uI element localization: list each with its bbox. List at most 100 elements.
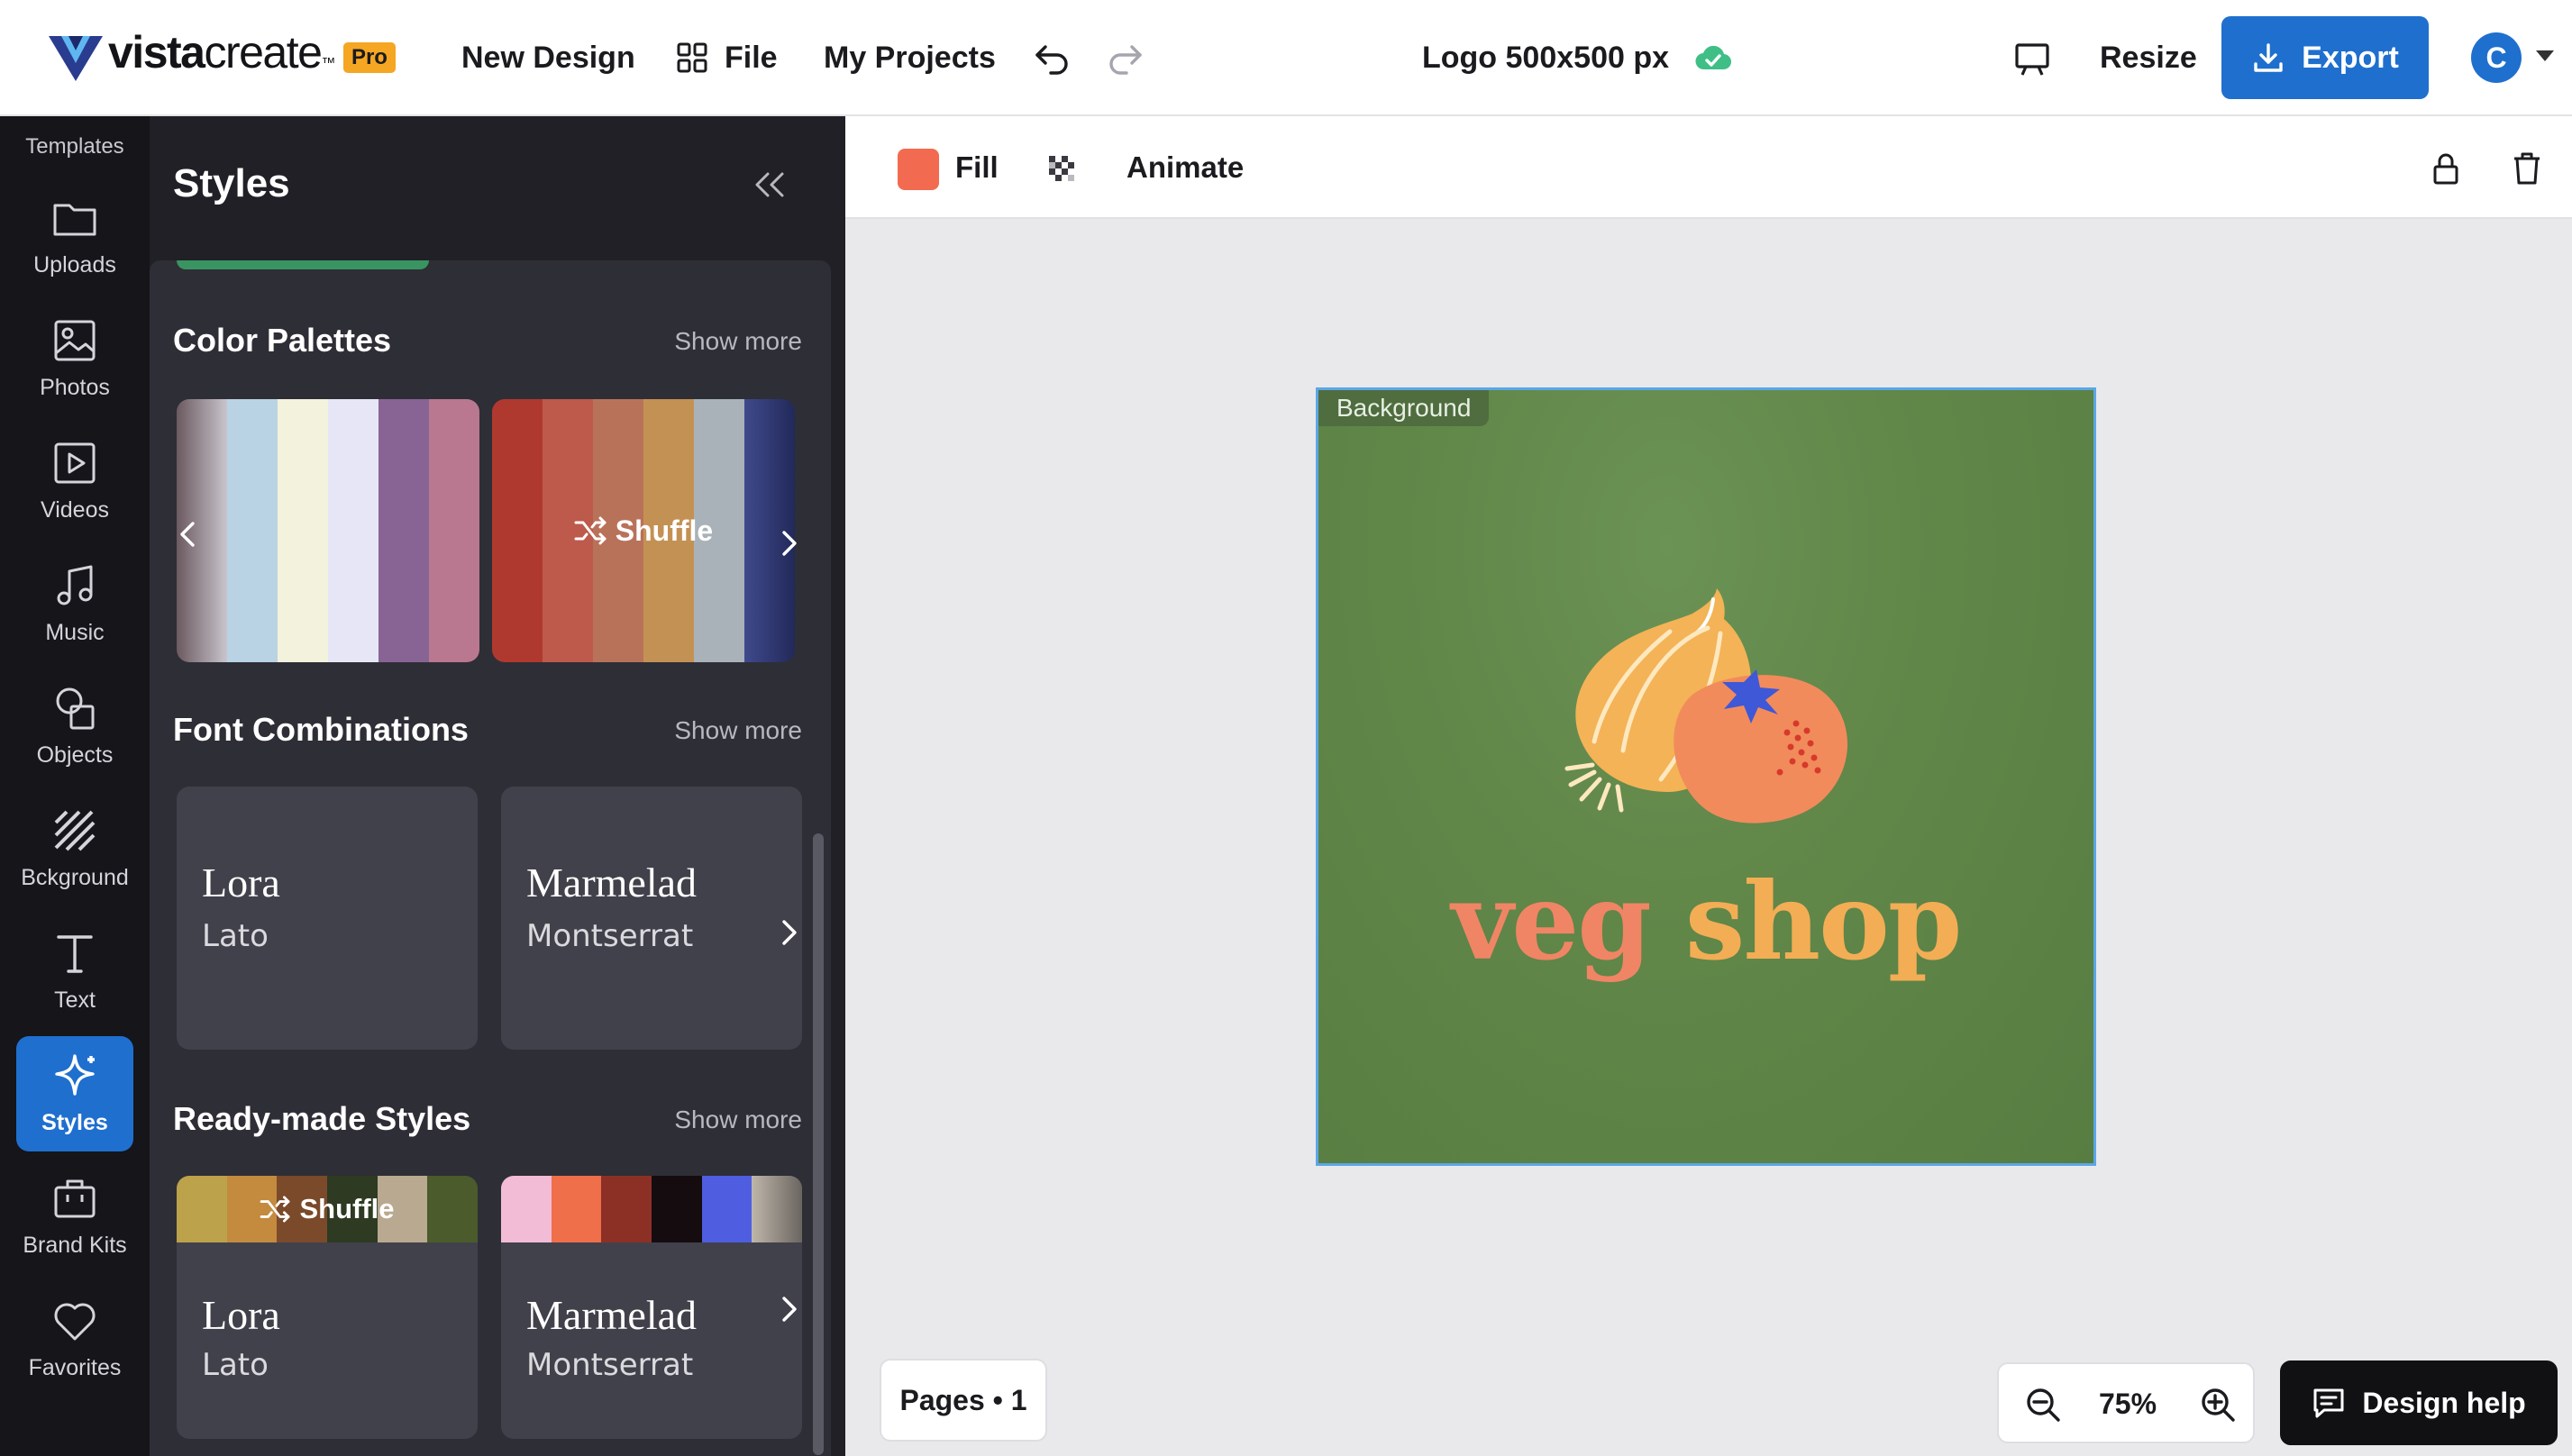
heading-font-name: Marmelad	[526, 860, 698, 905]
heading-font-name: Lora	[202, 1292, 280, 1338]
chat-icon	[2313, 1388, 2344, 1418]
rail-item-photos[interactable]: Photos	[16, 301, 133, 416]
rail-item-music[interactable]: Music	[16, 546, 133, 661]
body-font-name: Lato	[202, 1347, 269, 1383]
font-combination-card[interactable]: Marmelad Montserrat	[501, 787, 802, 1050]
panel-scrollbar[interactable]	[813, 833, 824, 1455]
body-font-name: Montserrat	[526, 918, 694, 954]
file-label: File	[725, 40, 778, 75]
lock-icon[interactable]	[2428, 150, 2464, 187]
palette-card-shuffle[interactable]: Shuffle	[492, 399, 795, 662]
rail-label: Photos	[40, 375, 110, 400]
rail-item-favorites[interactable]: Favorites	[16, 1281, 133, 1397]
my-projects-button[interactable]: My Projects	[824, 27, 996, 88]
zoom-out-icon[interactable]	[2024, 1386, 2062, 1424]
shuffle-icon	[574, 516, 607, 545]
ready-made-styles-show-more[interactable]: Show more	[674, 1106, 802, 1134]
redo-icon[interactable]	[1107, 40, 1145, 77]
rail-label: Music	[45, 620, 105, 645]
ready-made-styles-title: Ready-made Styles	[173, 1100, 471, 1137]
rail-item-brand-kits[interactable]: Brand Kits	[16, 1159, 133, 1274]
previous-item-strip	[177, 260, 429, 269]
chevron-left-icon[interactable]	[169, 516, 205, 552]
onion-tomato-illustration[interactable]	[1535, 588, 1895, 850]
body-font-name: Lato	[202, 918, 269, 954]
rail-label: Uploads	[33, 252, 116, 278]
export-label: Export	[2302, 40, 2399, 75]
download-icon	[2254, 43, 2283, 72]
context-toolbar: Fill Animate	[845, 116, 2572, 219]
music-note-icon	[57, 565, 93, 605]
rail-item-text[interactable]: Text	[16, 914, 133, 1029]
design-help-label: Design help	[2362, 1386, 2526, 1419]
rail-item-background[interactable]: Bckground	[16, 791, 133, 906]
design-help-button[interactable]: Design help	[2280, 1360, 2558, 1445]
export-button[interactable]: Export	[2221, 16, 2429, 99]
font-combination-card[interactable]: Lora Lato	[177, 787, 478, 1050]
collapse-panel-icon[interactable]	[752, 168, 788, 201]
styles-scroll-area[interactable]: Color Palettes Show more Shuffle Font Co…	[150, 260, 831, 1456]
style-color-strip	[501, 1176, 802, 1242]
palette-card[interactable]	[177, 399, 479, 662]
color-palettes-title: Color Palettes	[173, 322, 392, 359]
rail-label: Objects	[36, 742, 114, 768]
present-icon[interactable]	[2013, 41, 2051, 77]
design-canvas[interactable]: Background veg shop	[1316, 387, 2096, 1166]
document-title-text: Logo 500x500 px	[1422, 40, 1670, 75]
animate-button[interactable]: Animate	[1126, 150, 1244, 185]
rail-item-templates[interactable]: Templates	[0, 134, 150, 159]
rail-item-objects[interactable]: Objects	[16, 669, 133, 784]
hatch-icon	[54, 810, 96, 851]
ready-made-style-card[interactable]: Marmelad Montserrat	[501, 1176, 802, 1439]
fill-color-swatch[interactable]	[898, 149, 939, 190]
pages-button[interactable]: Pages • 1	[880, 1359, 1047, 1442]
transparency-icon[interactable]	[1044, 150, 1080, 187]
panel-title: Styles	[173, 161, 290, 205]
undo-icon[interactable]	[1033, 40, 1071, 77]
palette-swatch	[328, 399, 379, 662]
rail-label: Bckground	[21, 865, 129, 890]
shuffle-icon	[260, 1196, 290, 1223]
font-combinations-title: Font Combinations	[173, 711, 469, 748]
rail-item-videos[interactable]: Videos	[16, 423, 133, 539]
rail-label: Brand Kits	[23, 1233, 127, 1258]
rail-item-uploads[interactable]: Uploads	[16, 178, 133, 294]
zoom-value[interactable]: 75%	[2085, 1388, 2170, 1421]
rail-label: Favorites	[28, 1355, 122, 1380]
folder-icon	[53, 204, 96, 236]
font-combinations-show-more[interactable]: Show more	[674, 716, 802, 745]
fill-button[interactable]: Fill	[955, 150, 999, 185]
vistacreate-logo-icon	[49, 36, 103, 81]
chevron-right-icon[interactable]	[771, 915, 807, 951]
color-palettes-show-more[interactable]: Show more	[674, 327, 802, 356]
shapes-icon	[56, 687, 95, 730]
styles-panel: Styles Color Palettes Show more Shuffle …	[150, 116, 845, 1456]
rail-label: Text	[54, 987, 96, 1013]
chevron-right-icon[interactable]	[771, 1291, 807, 1327]
trash-icon[interactable]	[2509, 150, 2545, 187]
resize-button[interactable]: Resize	[2100, 27, 2197, 88]
background-layer-tag: Background	[1318, 390, 1490, 426]
pro-badge: Pro	[342, 42, 396, 73]
heart-icon	[54, 1303, 96, 1341]
file-menu-button[interactable]: File	[674, 27, 778, 88]
heading-font-name: Marmelad	[526, 1292, 698, 1338]
grid-icon	[677, 42, 707, 73]
palette-swatch	[379, 399, 429, 662]
document-title[interactable]: Logo 500x500 px	[1422, 27, 1732, 88]
new-design-button[interactable]: New Design	[461, 27, 635, 88]
briefcase-icon	[54, 1179, 96, 1218]
heading-font-name: Lora	[202, 860, 280, 905]
chevron-down-icon[interactable]	[2536, 50, 2554, 61]
palette-swatch	[278, 399, 328, 662]
ready-made-style-card[interactable]: Shuffle Lora Lato	[177, 1176, 478, 1439]
user-avatar[interactable]: C	[2471, 32, 2522, 83]
chevron-right-icon[interactable]	[771, 525, 807, 561]
top-bar: vistacreate™ Pro New Design File My Proj…	[0, 0, 2572, 116]
shuffle-label: Shuffle	[299, 1193, 395, 1224]
vistacreate-logo[interactable]: vistacreate™ Pro	[49, 27, 396, 83]
rail-item-styles[interactable]: Styles	[16, 1036, 133, 1151]
image-icon	[54, 320, 96, 361]
zoom-in-icon[interactable]	[2199, 1386, 2237, 1424]
logo-text[interactable]: veg shop	[1318, 859, 2093, 984]
